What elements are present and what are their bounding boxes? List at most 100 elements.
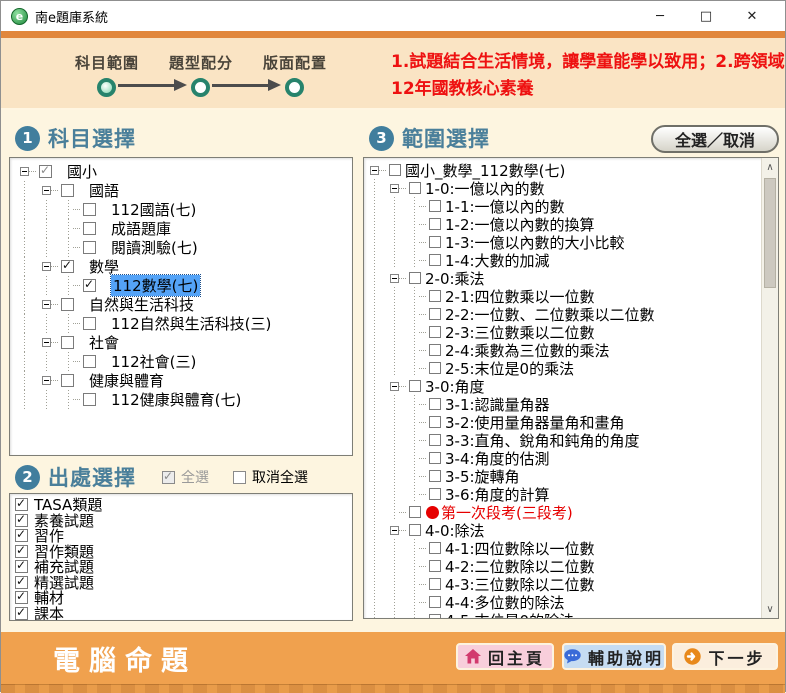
subject-checkbox[interactable] [83,279,96,292]
subject-tree-label[interactable]: 成語題庫 [111,218,171,239]
collapse-icon[interactable] [20,167,29,176]
range-tree-row[interactable]: 3-6:角度的計算 [364,485,760,503]
source-checkbox[interactable] [15,545,28,558]
range-tree-row[interactable]: 2-1:四位數乘以一位數 [364,287,760,305]
range-tree-row[interactable]: 4-5:末位是0的除法 [364,611,760,619]
range-tree-row[interactable]: 2-0:乘法 [364,269,760,287]
range-tree-row[interactable]: 3-5:旋轉角 [364,467,760,485]
range-checkbox[interactable] [429,542,441,554]
range-tree-row[interactable]: 3-3:直角、銳角和鈍角的角度 [364,431,760,449]
subject-checkbox[interactable] [83,355,96,368]
subject-tree-label[interactable]: 國小 [67,161,97,182]
subject-checkbox[interactable] [61,298,74,311]
range-tree-label[interactable]: 4-5:末位是0的除法 [445,610,574,620]
source-checkbox[interactable] [15,560,28,573]
collapse-icon[interactable] [42,376,51,385]
range-checkbox[interactable] [429,614,441,619]
subject-checkbox[interactable] [83,222,96,235]
subject-tree-row[interactable]: 112國語(七) [10,200,352,219]
range-checkbox[interactable] [409,182,421,194]
subject-tree-row[interactable]: 112健康與體育(七) [10,390,352,409]
range-tree-row[interactable]: 4-4:多位數的除法 [364,593,760,611]
subject-tree-row[interactable]: 成語題庫 [10,219,352,238]
subject-tree-label[interactable]: 112數學(七) [111,275,200,296]
source-checkbox[interactable] [15,576,28,589]
range-tree-row[interactable]: 4-1:四位數除以一位數 [364,539,760,557]
scroll-up-icon[interactable]: ∧ [762,159,778,175]
deselect-all-checkbox[interactable] [233,471,246,484]
subject-tree-label[interactable]: 閱讀測驗(七) [111,237,198,258]
select-all-toggle-button[interactable]: 全選／取消 [651,125,779,153]
subject-tree-row[interactable]: 112自然與生活科技(三) [10,314,352,333]
range-tree-row[interactable]: 3-0:角度 [364,377,760,395]
subject-tree-row[interactable]: 112數學(七) [10,276,352,295]
subject-tree-row[interactable]: 數學 [10,257,352,276]
range-tree-row[interactable]: 1-3:一億以內數的大小比較 [364,233,760,251]
source-checkbox[interactable] [15,591,28,604]
subject-checkbox[interactable] [39,165,52,178]
source-checkbox[interactable] [15,607,28,620]
subject-tree-row[interactable]: 閱讀測驗(七) [10,238,352,257]
scrollbar-thumb[interactable] [764,178,776,288]
subject-checkbox[interactable] [61,336,74,349]
range-tree-row[interactable]: 4-3:三位數除以二位數 [364,575,760,593]
range-checkbox[interactable] [429,344,441,356]
range-tree-row[interactable]: 1-4:大數的加減 [364,251,760,269]
collapse-icon[interactable] [390,526,399,535]
range-tree-row[interactable]: 2-3:三位數乘以二位數 [364,323,760,341]
subject-tree-label[interactable]: 112自然與生活科技(三) [111,313,271,334]
range-checkbox[interactable] [429,596,441,608]
range-checkbox[interactable] [429,290,441,302]
range-tree-row[interactable]: 2-4:乘數為三位數的乘法 [364,341,760,359]
source-checkbox[interactable] [15,529,28,542]
range-checkbox[interactable] [429,416,441,428]
subject-checkbox[interactable] [83,317,96,330]
range-tree-row[interactable]: 4-2:二位數除以二位數 [364,557,760,575]
range-tree-row[interactable]: 4-0:除法 [364,521,760,539]
collapse-icon[interactable] [390,274,399,283]
range-tree-row[interactable]: 3-1:認識量角器 [364,395,760,413]
range-tree-row[interactable]: 第一次段考(三段考) [364,503,760,521]
range-tree-row[interactable]: 1-2:一億以內數的換算 [364,215,760,233]
subject-tree-label[interactable]: 112健康與體育(七) [111,389,241,410]
range-checkbox[interactable] [429,434,441,446]
subject-tree-row[interactable]: 112社會(三) [10,352,352,371]
next-step-button[interactable]: 下一步 [672,643,778,670]
scrollbar[interactable]: ∧ ∨ [761,158,778,618]
subject-tree-label[interactable]: 健康與體育 [89,370,164,391]
subject-checkbox[interactable] [83,203,96,216]
range-checkbox[interactable] [429,218,441,230]
subject-tree-row[interactable]: 國語 [10,181,352,200]
range-tree-row[interactable]: 2-5:末位是0的乘法 [364,359,760,377]
subject-tree-label[interactable]: 數學 [89,256,119,277]
source-checkbox[interactable] [15,514,28,527]
subject-tree-row[interactable]: 國小 [10,162,352,181]
range-checkbox[interactable] [409,506,421,518]
range-checkbox[interactable] [429,326,441,338]
minimize-button[interactable]: ─ [637,1,683,31]
maximize-button[interactable]: □ [683,1,729,31]
subject-checkbox[interactable] [83,241,96,254]
subject-checkbox[interactable] [61,184,74,197]
range-checkbox[interactable] [429,470,441,482]
subject-tree-label[interactable]: 國語 [89,180,119,201]
collapse-icon[interactable] [370,166,379,175]
range-checkbox[interactable] [429,578,441,590]
range-checkbox[interactable] [429,236,441,248]
range-tree-row[interactable]: 3-4:角度的估測 [364,449,760,467]
subject-tree-label[interactable]: 112國語(七) [111,199,196,220]
subject-tree-row[interactable]: 社會 [10,333,352,352]
subject-tree-label[interactable]: 112社會(三) [111,351,196,372]
select-all-checkbox[interactable] [162,471,175,484]
collapse-icon[interactable] [42,262,51,271]
help-button[interactable]: 輔助說明 [562,643,666,670]
range-checkbox[interactable] [409,272,421,284]
range-checkbox[interactable] [429,254,441,266]
subject-checkbox[interactable] [61,260,74,273]
range-checkbox[interactable] [429,488,441,500]
range-checkbox[interactable] [429,560,441,572]
subject-tree-label[interactable]: 自然與生活科技 [89,294,194,315]
range-tree-row[interactable]: 3-2:使用量角器量角和畫角 [364,413,760,431]
range-checkbox[interactable] [429,452,441,464]
source-list-item[interactable]: 課本 [10,606,352,622]
